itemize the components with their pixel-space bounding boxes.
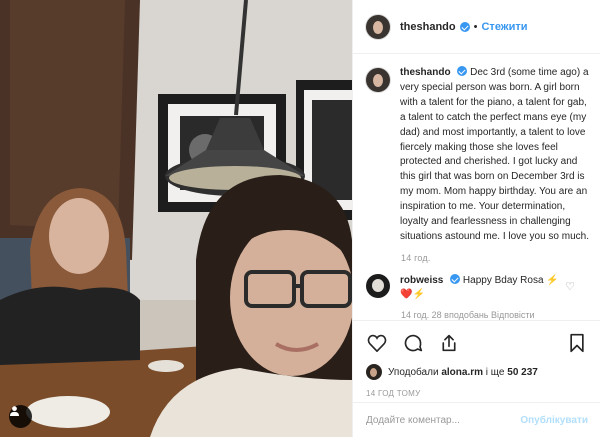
follow-button[interactable]: Стежити [481,21,527,33]
save-button[interactable] [566,332,588,354]
author-username[interactable]: theshando [400,21,456,33]
likes-count[interactable]: 50 237 [507,367,538,378]
share-button[interactable] [438,332,460,354]
verified-badge-icon [450,273,461,284]
author-avatar[interactable] [366,14,390,39]
post-actions: Уподобали alona.rm і ще 50 237 14 ГОД ТО… [353,320,600,412]
likes-summary: Уподобали alona.rm і ще 50 237 [366,364,588,380]
caption-text-block: theshando Dec 3rd (some time ago) a very… [400,66,589,245]
heart-icon [367,334,387,352]
comment-username[interactable]: robweiss [400,275,443,286]
post-side-panel: theshando • Стежити theshando Dec 3rd (s… [352,0,600,437]
liker-username[interactable]: alona.rm [441,367,483,378]
caption-author-avatar[interactable] [366,68,390,92]
selfie-image [0,0,352,437]
post-timestamp[interactable]: 14 ГОД ТОМУ [366,389,588,398]
comment-text-block: robweiss Happy Bday Rosa ⚡ ❤️⚡ [400,273,565,302]
post-header: theshando • Стежити [353,0,600,54]
comment-meta-cutoff: 14 год. 28 вподобань Відповісти [401,309,535,320]
likes-suffix: і ще [485,366,505,378]
publish-button[interactable]: Опублікувати [520,415,588,426]
liker-avatar[interactable] [366,364,382,380]
action-icons-row [366,331,588,355]
comment-row: robweiss Happy Bday Rosa ⚡ ❤️⚡ ♡ [366,273,589,302]
bookmark-icon [570,333,584,353]
caption-time: 14 год. [401,252,431,263]
instagram-post: theshando • Стежити theshando Dec 3rd (s… [0,0,600,437]
header-separator: • [473,20,478,33]
likes-prefix: Уподобали [388,366,439,378]
caption-text: Dec 3rd (some time ago) a very special p… [400,67,589,242]
like-button[interactable] [366,332,388,354]
commenter-avatar[interactable] [366,273,390,298]
verified-badge-icon [459,21,470,32]
comment-emoji-line: ❤️⚡ [400,288,425,300]
user-tag-icon [9,406,20,416]
user-tag-button[interactable] [9,405,32,428]
verified-badge-icon [457,66,468,76]
share-icon [442,334,456,352]
comment-input[interactable] [366,414,521,426]
add-comment-bar: Опублікувати [353,402,600,437]
comments-section: theshando Dec 3rd (some time ago) a very… [353,54,600,320]
comment-like-heart-icon[interactable]: ♡ [565,280,575,293]
caption-row: theshando Dec 3rd (some time ago) a very… [366,66,589,245]
comment-text: Happy Bday Rosa ⚡ [462,274,559,286]
comment-button[interactable] [402,332,424,354]
post-photo[interactable] [0,0,352,437]
caption-username[interactable]: theshando [400,67,451,78]
comment-icon [404,334,423,352]
